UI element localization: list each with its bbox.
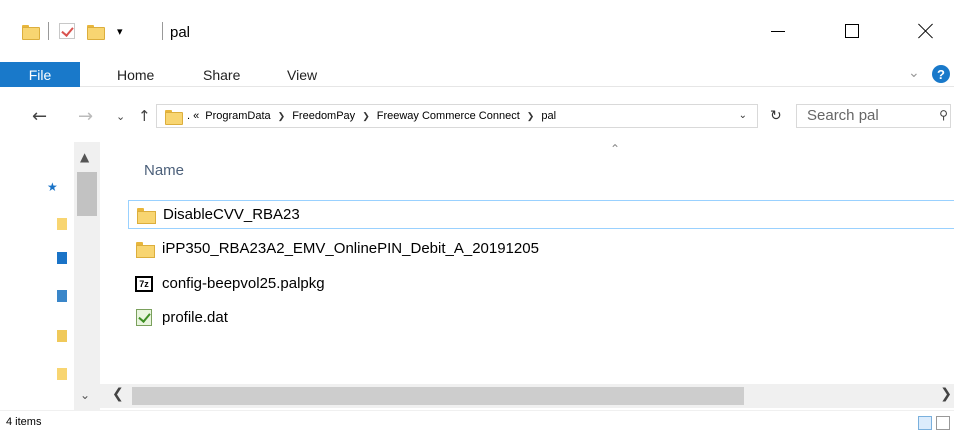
file-name: iPP350_RBA23A2_EMV_OnlinePIN_Debit_A_201… bbox=[162, 240, 539, 257]
dat-file-icon bbox=[134, 309, 154, 327]
details-view-icon[interactable] bbox=[918, 416, 932, 430]
column-header-name[interactable]: Name bbox=[144, 162, 184, 179]
chevron-right-icon[interactable]: ❯ bbox=[527, 111, 535, 122]
chevron-down-icon[interactable]: ⌄ bbox=[739, 110, 747, 121]
desktop-icon[interactable] bbox=[57, 252, 67, 264]
minimize-button[interactable] bbox=[758, 18, 798, 44]
item-count: 4 items bbox=[6, 416, 42, 428]
scroll-left-icon[interactable]: ❮ bbox=[112, 386, 124, 402]
tab-home[interactable]: Home bbox=[117, 62, 154, 87]
close-button[interactable] bbox=[906, 18, 946, 44]
nav-scrollbar[interactable]: ▲ ⌄ bbox=[74, 142, 100, 410]
search-icon[interactable]: ⚲ bbox=[928, 108, 948, 122]
customize-toolbar-dropdown[interactable]: ▾ bbox=[117, 25, 123, 38]
folder-icon bbox=[22, 24, 40, 40]
status-bar: 4 items bbox=[0, 410, 954, 434]
breadcrumb-overflow[interactable]: . « bbox=[187, 110, 199, 122]
minimize-icon bbox=[771, 30, 785, 32]
file-list: ⌃ Name DisableCVV_RBA23 iPP350_RBA23A2_E… bbox=[100, 142, 954, 382]
quick-access-icon[interactable]: ★ bbox=[47, 180, 58, 194]
breadcrumb-programdata[interactable]: ProgramData bbox=[205, 110, 270, 122]
recent-locations-dropdown[interactable]: ⌄ bbox=[116, 110, 125, 123]
file-name: DisableCVV_RBA23 bbox=[163, 206, 300, 223]
7z-archive-icon: 7z bbox=[134, 275, 154, 293]
new-folder-icon[interactable] bbox=[87, 24, 105, 40]
list-item[interactable]: profile.dat bbox=[128, 303, 954, 332]
tab-view[interactable]: View bbox=[287, 62, 317, 87]
scroll-up-icon[interactable]: ▲ bbox=[80, 150, 89, 164]
scrollbar-thumb[interactable] bbox=[77, 172, 97, 216]
large-icons-view-icon[interactable] bbox=[936, 416, 950, 430]
divider bbox=[162, 22, 163, 40]
breadcrumb-freedompay[interactable]: FreedomPay bbox=[292, 110, 355, 122]
list-item[interactable]: iPP350_RBA23A2_EMV_OnlinePIN_Debit_A_201… bbox=[128, 234, 954, 263]
horizontal-scrollbar[interactable]: ❮ ❯ bbox=[100, 384, 954, 408]
close-icon bbox=[918, 23, 934, 39]
title-bar: ▾ pal bbox=[0, 0, 954, 62]
window-title: pal bbox=[170, 24, 191, 41]
divider bbox=[48, 22, 49, 40]
folder-icon bbox=[135, 206, 156, 224]
chevron-right-icon[interactable]: ❯ bbox=[278, 111, 286, 122]
ribbon-tabs: File Home Share View ⌄ ? bbox=[0, 62, 954, 87]
up-button[interactable]: ↑ bbox=[138, 107, 151, 125]
folder-icon[interactable] bbox=[57, 368, 67, 380]
downloads-icon[interactable] bbox=[57, 290, 67, 302]
chevron-right-icon[interactable]: ❯ bbox=[362, 111, 370, 122]
folder-icon[interactable] bbox=[57, 218, 67, 230]
tab-file[interactable]: File bbox=[0, 62, 80, 87]
list-item[interactable]: 7z config-beepvol25.palpkg bbox=[128, 269, 954, 298]
scroll-right-icon[interactable]: ❯ bbox=[940, 386, 952, 402]
folder-icon bbox=[134, 240, 155, 258]
quick-access-toolbar: ▾ bbox=[22, 18, 123, 44]
forward-button[interactable]: → bbox=[78, 106, 93, 127]
refresh-icon[interactable]: ↻ bbox=[770, 108, 782, 124]
scroll-down-icon[interactable]: ⌄ bbox=[80, 388, 90, 402]
breadcrumb-freeway-commerce-connect[interactable]: Freeway Commerce Connect bbox=[377, 110, 520, 122]
back-button[interactable]: ← bbox=[32, 106, 47, 127]
file-name: config-beepvol25.palpkg bbox=[162, 275, 325, 292]
tab-share[interactable]: Share bbox=[203, 62, 240, 87]
maximize-button[interactable] bbox=[832, 18, 872, 44]
file-name: profile.dat bbox=[162, 309, 228, 326]
expand-ribbon-icon[interactable]: ⌄ bbox=[908, 65, 920, 81]
list-item[interactable]: DisableCVV_RBA23 bbox=[128, 200, 954, 229]
properties-icon[interactable] bbox=[59, 23, 75, 39]
navigation-bar: ← → ⌄ ↑ . « ProgramData ❯ FreedomPay ❯ F… bbox=[0, 88, 954, 142]
documents-icon[interactable] bbox=[57, 330, 67, 342]
folder-icon bbox=[165, 109, 183, 125]
help-icon[interactable]: ? bbox=[932, 65, 950, 83]
scrollbar-thumb[interactable] bbox=[132, 387, 744, 405]
maximize-icon bbox=[845, 24, 859, 38]
address-bar[interactable]: . « ProgramData ❯ FreedomPay ❯ Freeway C… bbox=[156, 104, 758, 128]
breadcrumb-pal[interactable]: pal bbox=[541, 110, 556, 122]
navigation-pane: ★ ▲ ⌄ bbox=[0, 142, 100, 410]
sort-ascending-icon: ⌃ bbox=[610, 142, 621, 156]
